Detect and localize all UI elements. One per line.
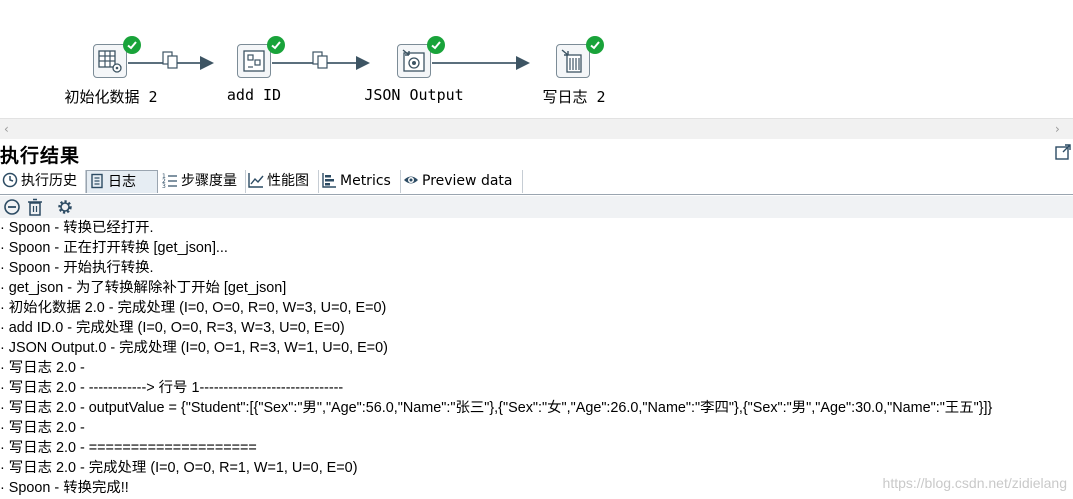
log-icon [91, 173, 103, 189]
hop-2[interactable] [272, 51, 370, 70]
log-line: · 写日志 2.0 - ------------> 行号 1----------… [0, 380, 344, 396]
status-ok-icon [123, 36, 141, 54]
tab-step-metrics[interactable]: 1 2 3 步骤度量 [160, 170, 246, 193]
gear-icon[interactable] [56, 198, 74, 216]
trash-icon[interactable] [26, 198, 44, 216]
add-sequence-icon [243, 50, 265, 72]
copy-rows-icon [312, 51, 328, 69]
step-label: 初始化数据 2 [64, 88, 158, 106]
hop-arrow [356, 56, 370, 70]
tab-label: 日志 [108, 174, 136, 190]
step-label: add ID [226, 86, 282, 104]
watermark: https://blog.csdn.net/zidielang [882, 475, 1067, 491]
tab-label: 性能图 [267, 173, 309, 189]
results-tabs: 执行历史 日志 1 2 3 步骤度量 性能图 Metrics Preview d… [0, 170, 1073, 195]
tab-metrics[interactable]: Metrics [319, 170, 401, 193]
maximize-panel-icon[interactable] [1055, 144, 1071, 160]
hop-3[interactable] [432, 56, 530, 70]
log-line: · Spoon - 开始执行转换. [0, 260, 154, 276]
history-icon [2, 172, 18, 188]
log-line: · 写日志 2.0 - outputValue = {"Student":[{"… [0, 400, 993, 416]
log-line: · 写日志 2.0 - [0, 360, 85, 376]
step-label: 写日志 2 [542, 88, 606, 106]
tab-execution-history[interactable]: 执行历史 [0, 170, 86, 193]
hop-1[interactable] [128, 51, 214, 70]
clear-log-icon[interactable] [3, 198, 21, 216]
tab-label: 步骤度量 [181, 173, 237, 189]
step-json-output[interactable] [397, 36, 445, 80]
results-panel-title: 执行结果 [0, 145, 81, 167]
generate-rows-icon [98, 50, 122, 73]
log-line: · 初始化数据 2.0 - 完成处理 (I=0, O=0, R=0, W=3, … [0, 300, 387, 316]
status-ok-icon [586, 36, 604, 54]
hop-arrow [516, 56, 530, 70]
svg-text:3: 3 [162, 183, 166, 188]
copy-rows-icon [162, 51, 178, 69]
hop-arrow [200, 56, 214, 70]
json-output-icon [402, 49, 425, 72]
log-line: · get_json - 为了转换解除补丁开始 [get_json] [0, 280, 287, 296]
scroll-left-icon[interactable]: ‹ [4, 123, 16, 135]
tab-performance-graph[interactable]: 性能图 [246, 170, 319, 193]
status-ok-icon [427, 36, 445, 54]
tab-label: 执行历史 [21, 173, 77, 189]
tab-label: Preview data [422, 173, 513, 189]
tab-log[interactable]: 日志 [86, 170, 158, 193]
canvas-horizontal-scrollbar[interactable]: ‹ › [0, 118, 1073, 139]
step-metrics-icon: 1 2 3 [162, 173, 177, 188]
log-line: · add ID.0 - 完成处理 (I=0, O=0, R=3, W=3, U… [0, 320, 345, 336]
step-label: JSON Output [364, 86, 464, 104]
step-add-id[interactable] [237, 36, 285, 80]
log-line: · 写日志 2.0 - 完成处理 (I=0, O=0, R=1, W=1, U=… [0, 460, 358, 476]
log-line: · 写日志 2.0 - [0, 420, 85, 436]
log-line: · Spoon - 正在打开转换 [get_json]... [0, 240, 228, 256]
scroll-right-icon[interactable]: › [1055, 123, 1067, 135]
metrics-icon [322, 173, 336, 188]
log-line: · 写日志 2.0 - ==================== [0, 440, 257, 456]
log-line: · Spoon - 转换完成!! [0, 480, 129, 496]
step-generate-rows[interactable] [93, 36, 141, 80]
step-write-log[interactable] [556, 36, 604, 80]
log-line: · Spoon - 转换已经打开. [0, 220, 154, 236]
performance-graph-icon [248, 173, 264, 188]
tab-label: Metrics [340, 173, 391, 189]
log-line: · JSON Output.0 - 完成处理 (I=0, O=1, R=3, W… [0, 340, 388, 356]
log-toolbar [0, 196, 1073, 218]
eye-icon [404, 176, 418, 184]
write-log-icon [561, 49, 582, 73]
log-output[interactable]: · Spoon - 转换已经打开. · Spoon - 正在打开转换 [get_… [0, 218, 1073, 499]
status-ok-icon [267, 36, 285, 54]
transformation-canvas[interactable]: 初始化数据 2 add ID JSON Output 写日志 2 [0, 0, 1073, 118]
tab-preview-data[interactable]: Preview data [401, 170, 523, 193]
